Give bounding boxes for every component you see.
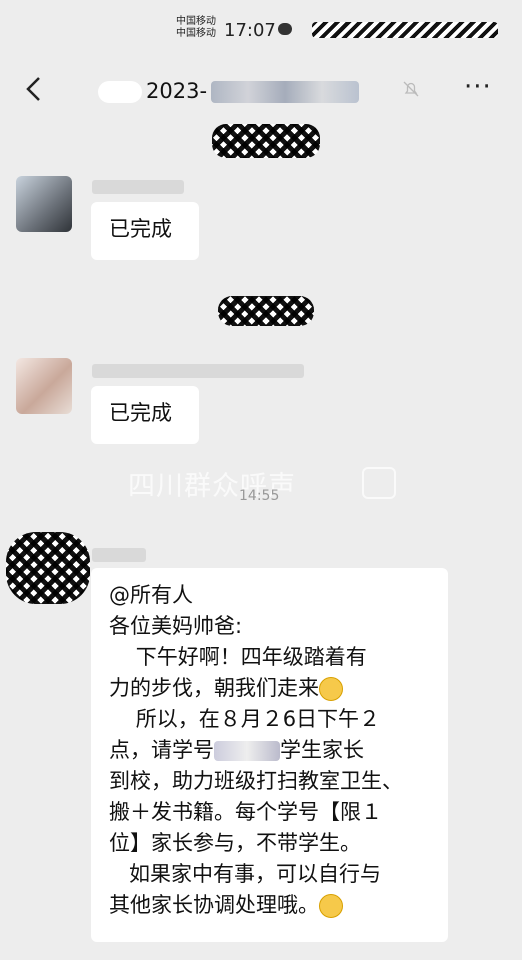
chat-header: 2023- ··· — [0, 60, 522, 120]
message-text: 已完成 — [109, 401, 172, 425]
carrier-labels: 中国移动 中国移动 — [176, 16, 216, 40]
announcement-bubble[interactable]: @所有人 各位美妈帅爸: 下午好啊！四年级踏着有 力的步伐，朝我们走来 所以，在… — [91, 568, 448, 942]
body-line: 到校，助力班级打扫教室卫生、 — [109, 769, 403, 793]
chat-title: 2023- — [98, 76, 398, 106]
body-line: 所以，在８月２6日下午２ — [109, 707, 381, 731]
chevron-left-icon — [26, 77, 40, 101]
chat-title-text: 2023- — [146, 79, 208, 103]
title-redacted-end — [211, 81, 360, 103]
body-line-text: 其他家长协调处理哦。 — [109, 893, 319, 917]
back-button[interactable] — [20, 74, 50, 104]
body-line: 下午好啊！四年级踏着有 — [109, 645, 367, 669]
sender-name-redacted — [92, 180, 184, 194]
body-line-with-emoji: 其他家长协调处理哦。 — [109, 890, 430, 921]
timestamp: 14:55 — [239, 488, 280, 504]
carrier-2: 中国移动 — [176, 28, 216, 39]
body-line: 搬＋发书籍。每个学号【限１ — [109, 800, 382, 824]
status-icons-redacted — [312, 22, 498, 38]
status-bar: 中国移动 中国移动 17:07 — [0, 0, 522, 56]
message-bubble[interactable]: 已完成 — [91, 386, 199, 444]
avatar[interactable] — [16, 358, 72, 414]
body-line: 点，请学号 学生家长 — [109, 735, 430, 766]
notification-icon — [278, 23, 292, 35]
greeting: 各位美妈帅爸: — [109, 614, 243, 638]
title-redacted-start — [98, 81, 142, 103]
timestamp-redacted — [212, 124, 320, 158]
avatar[interactable] — [6, 532, 90, 604]
sender-name-redacted — [92, 548, 146, 562]
timestamp-redacted — [218, 296, 314, 326]
more-button[interactable]: ··· — [464, 72, 492, 102]
carrier-1: 中国移动 — [176, 16, 216, 27]
mention-all: @所有人 — [109, 583, 193, 607]
body-line-text: 点，请学号 — [109, 738, 214, 762]
grin-emoji-icon — [319, 677, 343, 701]
body-line-text: 学生家长 — [280, 738, 364, 762]
bell-muted-icon — [402, 80, 420, 102]
message-bubble[interactable]: 已完成 — [91, 202, 199, 260]
body-line-with-emoji: 力的步伐，朝我们走来 — [109, 673, 430, 704]
body-line: 位】家长参与，不带学生。 — [109, 831, 361, 855]
body-line: 如果家中有事，可以自行与 — [109, 862, 382, 886]
clock: 17:07 — [224, 20, 276, 41]
watermark-logo-icon — [362, 467, 396, 499]
message-text: 已完成 — [109, 217, 172, 241]
sender-name-redacted — [92, 364, 304, 378]
redacted-student-number — [214, 741, 280, 761]
avatar[interactable] — [16, 176, 72, 232]
body-line-text: 力的步伐，朝我们走来 — [109, 676, 319, 700]
smile-emoji-icon — [319, 894, 343, 918]
